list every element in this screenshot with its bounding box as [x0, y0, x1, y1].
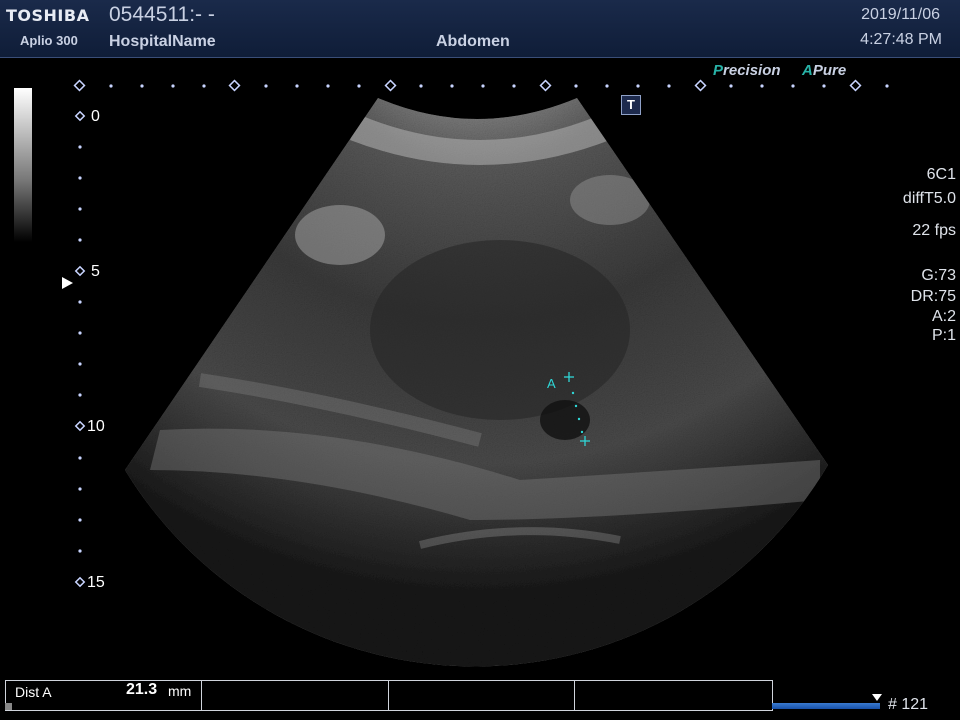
table-corner-marker [5, 703, 12, 710]
depth-label-0: 0 [91, 108, 100, 125]
measurement-cell-empty [575, 681, 772, 710]
measurement-table: Dist A 21.3 mm [5, 680, 773, 711]
imaging-mode: diffT5.0 [902, 190, 956, 207]
depth-label-5: 5 [91, 263, 100, 280]
frame-counter: # 121 [888, 696, 929, 713]
measurement-unit: mm [168, 683, 192, 699]
apure-text: Pure [812, 62, 847, 79]
cine-progress-bar[interactable] [772, 703, 880, 709]
measurement-name: Dist A [15, 684, 52, 700]
apure-initial: A [802, 62, 813, 79]
measurement-cell-empty [389, 681, 576, 710]
probe-orientation-icon: T [621, 95, 641, 115]
caliper-label: A [547, 376, 556, 391]
precision-text: recision [723, 62, 781, 79]
gain-value: G:73 [921, 267, 956, 284]
precision-badge: Precision [713, 62, 781, 79]
lateral-scale [73, 79, 862, 92]
focus-marker-icon[interactable] [62, 277, 73, 289]
p-value: P:1 [931, 327, 956, 344]
ultrasound-image: A [73, 79, 889, 667]
cine-position-marker-icon[interactable] [872, 694, 882, 701]
measurement-cell-dist-a[interactable]: Dist A 21.3 mm [6, 681, 202, 710]
depth-label-15: 15 [87, 574, 105, 591]
depth-label-10: 10 [87, 418, 105, 435]
measurement-value: 21.3 [126, 681, 158, 698]
dynamic-range-value: DR:75 [910, 288, 956, 305]
apure-badge: APure [802, 62, 846, 79]
probe-name: 6C1 [926, 166, 956, 183]
precision-initial: P [713, 62, 724, 79]
frame-rate: 22 fps [912, 222, 956, 239]
measurement-cell-empty [202, 681, 389, 710]
lateral-scale-ticks [109, 84, 889, 88]
grayscale-bar [14, 88, 32, 242]
a-value: A:2 [931, 308, 956, 325]
depth-scale-markers [74, 110, 86, 588]
depth-scale-ticks [78, 145, 82, 553]
